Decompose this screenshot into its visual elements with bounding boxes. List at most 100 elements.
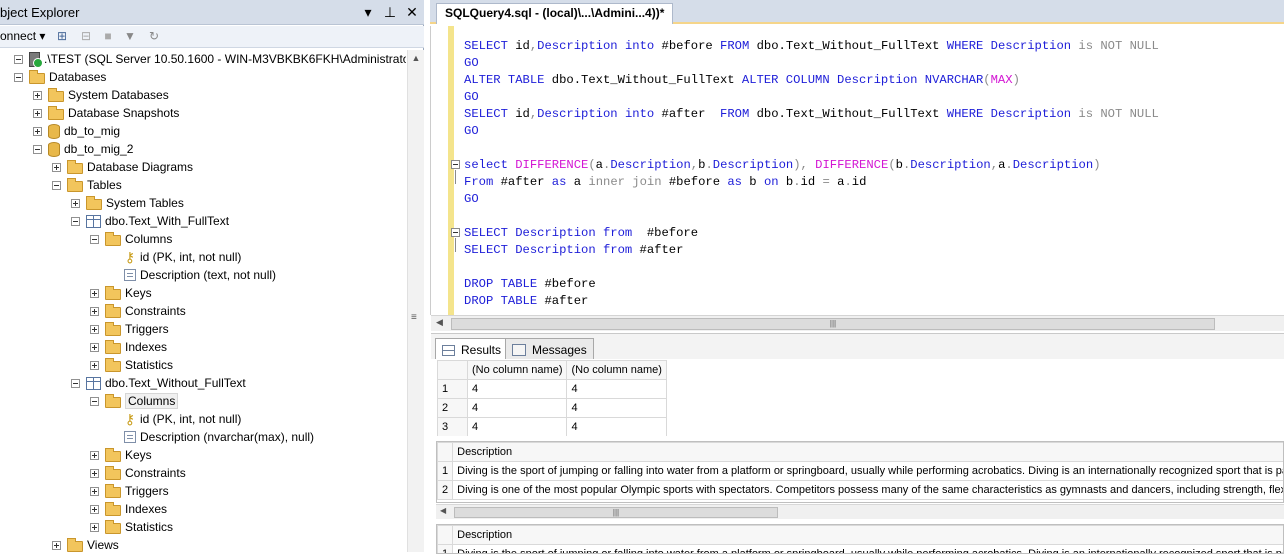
expand-icon[interactable]	[33, 109, 42, 118]
code-line[interactable]: From #after as a inner join #before as b…	[464, 174, 1159, 191]
sql-editor[interactable]: SELECT id,Description into #before FROM …	[430, 26, 1284, 315]
stop-icon[interactable]: ■	[100, 28, 116, 44]
tree-node[interactable]: Tables	[52, 176, 122, 194]
tree-node[interactable]: Description (nvarchar(max), null)	[109, 428, 314, 446]
row-number[interactable]: 2	[438, 399, 468, 418]
tree-node[interactable]: Keys	[90, 446, 152, 464]
tree-node[interactable]: Triggers	[90, 482, 169, 500]
row-number[interactable]: 1	[438, 462, 453, 481]
collapse-icon[interactable]	[71, 379, 80, 388]
tree-node[interactable]: Columns	[90, 392, 178, 410]
scrollbar-thumb[interactable]: |||	[454, 507, 778, 518]
tree-node[interactable]: Constraints	[90, 302, 186, 320]
tree-node[interactable]: Statistics	[90, 356, 173, 374]
code-line[interactable]	[464, 259, 1159, 276]
table-row[interactable]: 1Diving is the sport of jumping or falli…	[438, 545, 1284, 554]
results-grid-1[interactable]: (No column name)(No column name)14424434…	[436, 359, 676, 437]
collapse-icon[interactable]	[14, 55, 23, 64]
column-header[interactable]: (No column name)	[567, 361, 666, 380]
tab-sqlquery4[interactable]: SQLQuery4.sql - (local)\...\Admini...4))…	[436, 3, 673, 24]
grid-cell[interactable]: Diving is one of the most popular Olympi…	[453, 481, 1284, 500]
grid-cell[interactable]: Diving is the sport of jumping or fallin…	[453, 545, 1284, 554]
tree-node[interactable]: System Databases	[33, 86, 169, 104]
table-row[interactable]: 2Diving is one of the most popular Olymp…	[438, 481, 1284, 500]
code-line[interactable]: SELECT Description from #before	[464, 225, 1159, 242]
tree-node[interactable]: Statistics	[90, 518, 173, 536]
code-line[interactable]: GO	[464, 89, 1159, 106]
tree-node[interactable]: Columns	[90, 230, 172, 248]
code-line[interactable]: SELECT Description from #after	[464, 242, 1159, 259]
collapse-toggle-icon[interactable]	[451, 160, 460, 169]
code-line[interactable]	[464, 208, 1159, 225]
grid-cell[interactable]: 4	[567, 418, 666, 437]
refresh-icon[interactable]: ↻	[146, 28, 162, 44]
table-row[interactable]: 344	[438, 418, 667, 437]
tree-node[interactable]: Description (text, not null)	[109, 266, 276, 284]
tree-node[interactable]: dbo.Text_Without_FullText	[71, 374, 246, 392]
collapse-icon[interactable]	[71, 217, 80, 226]
expand-icon[interactable]	[52, 541, 61, 550]
collapse-icon[interactable]	[33, 145, 42, 154]
tree-node[interactable]: Database Diagrams	[52, 158, 193, 176]
row-number[interactable]: 1	[438, 545, 453, 554]
tree-node[interactable]: Databases	[14, 68, 106, 86]
editor-horizontal-scrollbar[interactable]: ◀ |||	[431, 315, 1284, 331]
tree-node[interactable]: Indexes	[90, 500, 167, 518]
expand-icon[interactable]	[33, 91, 42, 100]
scroll-left-arrow-icon[interactable]: ◀	[436, 317, 443, 328]
tree-node[interactable]: Views	[52, 536, 119, 552]
tree-node[interactable]: Triggers	[90, 320, 169, 338]
expand-icon[interactable]	[90, 361, 99, 370]
expand-icon[interactable]	[90, 451, 99, 460]
expand-icon[interactable]	[90, 469, 99, 478]
tab-results[interactable]: Results	[435, 338, 508, 361]
collapse-icon[interactable]	[90, 397, 99, 406]
tree-vertical-scrollbar[interactable]: ▲ ≡	[407, 50, 424, 552]
tree-node[interactable]: .\TEST (SQL Server 10.50.1600 - WIN-M3VB…	[14, 50, 406, 68]
filter-icon[interactable]: ▼	[122, 28, 138, 44]
tree-node[interactable]: Database Snapshots	[33, 104, 179, 122]
code-area[interactable]: SELECT id,Description into #before FROM …	[464, 38, 1159, 310]
expand-icon[interactable]	[90, 289, 99, 298]
column-header[interactable]: (No column name)	[468, 361, 567, 380]
disconnect-icon[interactable]: ⊟	[78, 28, 94, 44]
scroll-grip-icon[interactable]: ≡	[411, 312, 417, 323]
code-line[interactable]: SELECT id,Description into #before FROM …	[464, 38, 1159, 55]
grid-corner[interactable]	[438, 361, 468, 380]
collapse-icon[interactable]	[52, 181, 61, 190]
pin-icon[interactable]: ⊥	[382, 3, 398, 21]
close-icon[interactable]: ✕	[404, 3, 420, 21]
grid-cell[interactable]: 4	[468, 380, 567, 399]
expand-icon[interactable]	[90, 343, 99, 352]
scroll-left-arrow-icon[interactable]: ◀	[440, 506, 446, 515]
tree-node[interactable]: ⚷id (PK, int, not null)	[109, 410, 241, 428]
tree-node[interactable]: ⚷id (PK, int, not null)	[109, 248, 241, 266]
tree-node[interactable]: Keys	[90, 284, 152, 302]
code-line[interactable]: GO	[464, 123, 1159, 140]
row-number[interactable]: 2	[438, 481, 453, 500]
code-line[interactable]	[464, 140, 1159, 157]
tab-messages[interactable]: Messages	[505, 338, 594, 360]
tree-node[interactable]: dbo.Text_With_FullText	[71, 212, 229, 230]
tree-node[interactable]: System Tables	[71, 194, 184, 212]
expand-icon[interactable]	[90, 307, 99, 316]
code-line[interactable]: SELECT id,Description into #after FROM d…	[464, 106, 1159, 123]
code-line[interactable]: GO	[464, 55, 1159, 72]
grid-cell[interactable]: 4	[468, 418, 567, 437]
collapse-toggle-icon[interactable]	[451, 228, 460, 237]
grid-cell[interactable]: 4	[567, 380, 666, 399]
code-line[interactable]: select DIFFERENCE(a.Description,b.Descri…	[464, 157, 1159, 174]
scrollbar-thumb[interactable]: |||	[451, 318, 1215, 330]
grid-corner[interactable]	[438, 443, 453, 462]
tree-node[interactable]: db_to_mig	[33, 122, 120, 140]
connect-server-icon[interactable]: ⊞	[54, 28, 70, 44]
results-grid-2[interactable]: Description1Diving is the sport of jumpi…	[436, 441, 1284, 503]
table-row[interactable]: 244	[438, 399, 667, 418]
expand-icon[interactable]	[33, 127, 42, 136]
row-number[interactable]: 3	[438, 418, 468, 437]
collapse-icon[interactable]	[14, 73, 23, 82]
connect-button[interactable]: onnect ▾	[0, 29, 45, 43]
tree-node[interactable]: db_to_mig_2	[33, 140, 133, 158]
scroll-up-arrow-icon[interactable]: ▲	[408, 50, 424, 67]
code-line[interactable]: ALTER TABLE dbo.Text_Without_FullText AL…	[464, 72, 1159, 89]
